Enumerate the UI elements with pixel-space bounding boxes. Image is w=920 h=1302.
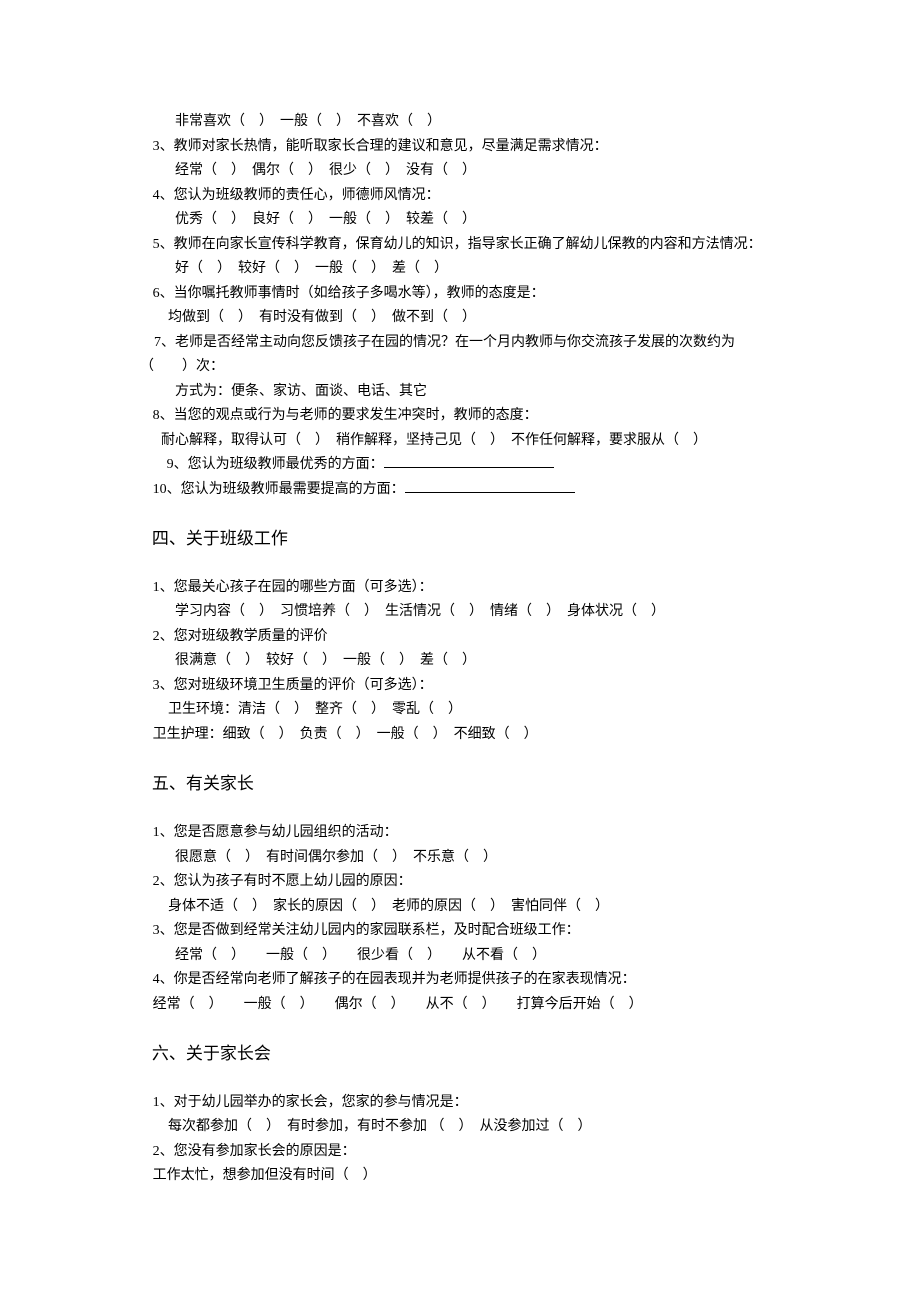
s5-question-4: 4、你是否经常向老师了解孩子的在园表现并为老师提供孩子的在家表现情况： — [153, 968, 780, 993]
s5-question-1-options: 很愿意（ ） 有时间偶尔参加（ ） 不乐意（ ） — [175, 846, 780, 871]
question-5-options: 好（ ） 较好（ ） 一般（ ） 差（ ） — [175, 257, 780, 282]
question-9-text: 9、您认为班级教师最优秀的方面： — [153, 457, 384, 472]
question-4-options: 优秀（ ） 良好（ ） 一般（ ） 较差（ ） — [175, 208, 780, 233]
question-4: 4、您认为班级教师的责任心，师德师风情况： — [153, 184, 780, 209]
question-8-options: 耐心解释，取得认可（ ） 稍作解释，坚持己见（ ） 不作任何解释，要求服从（ ） — [161, 429, 780, 454]
s5-question-3: 3、您是否做到经常关注幼儿园内的家园联系栏，及时配合班级工作： — [153, 919, 780, 944]
question-9-blank[interactable] — [384, 453, 554, 468]
question-3-options: 经常（ ） 偶尔（ ） 很少（ ） 没有（ ） — [175, 159, 780, 184]
s5-question-2: 2、您认为孩子有时不愿上幼儿园的原因： — [153, 870, 780, 895]
section-5-heading: 五、有关家长 — [152, 769, 780, 799]
s5-question-3-options: 经常（ ） 一般（ ） 很少看（ ） 从不看（ ） — [175, 944, 780, 969]
s6-question-2: 2、您没有参加家长会的原因是： — [153, 1140, 780, 1165]
question-5: 5、教师在向家长宣传科学教育，保育幼儿的知识，指导家长正确了解幼儿保教的内容和方… — [153, 233, 780, 258]
prev-question-options: 非常喜欢（ ） 一般（ ） 不喜欢（ ） — [175, 110, 780, 135]
s5-question-4-options: 经常（ ） 一般（ ） 偶尔（ ） 从不（ ） 打算今后开始（ ） — [153, 993, 780, 1018]
question-9: 9、您认为班级教师最优秀的方面： — [153, 453, 780, 478]
question-7: 7、老师是否经常主动向您反馈孩子在园的情况？在一个月内教师与你交流孩子发展的次数… — [140, 331, 780, 380]
question-10-text: 10、您认为班级教师最需要提高的方面： — [153, 482, 405, 497]
s4-question-1: 1、您最关心孩子在园的哪些方面（可多选）： — [153, 576, 780, 601]
s5-question-1: 1、您是否愿意参与幼儿园组织的活动： — [153, 821, 780, 846]
s6-question-1-options: 每次都参加（ ） 有时参加，有时不参加 （ ） 从没参加过（ ） — [168, 1115, 780, 1140]
s5-question-2-options: 身体不适（ ） 家长的原因（ ） 老师的原因（ ） 害怕同伴（ ） — [168, 895, 780, 920]
question-3: 3、教师对家长热情，能听取家长合理的建议和意见，尽量满足需求情况： — [153, 135, 780, 160]
question-6: 6、当你嘱托教师事情时（如给孩子多喝水等），教师的态度是： — [153, 282, 780, 307]
question-6-options: 均做到（ ） 有时没有做到（ ） 做不到（ ） — [168, 306, 780, 331]
s4-question-2: 2、您对班级教学质量的评价 — [153, 625, 780, 650]
s4-question-3: 3、您对班级环境卫生质量的评价（可多选）： — [153, 674, 780, 699]
s6-question-1: 1、对于幼儿园举办的家长会，您家的参与情况是： — [153, 1091, 780, 1116]
s4-question-2-options: 很满意（ ） 较好（ ） 一般（ ） 差（ ） — [175, 649, 780, 674]
question-10: 10、您认为班级教师最需要提高的方面： — [153, 478, 780, 503]
s4-question-3-options-1: 卫生环境：清洁（ ） 整齐（ ） 零乱（ ） — [168, 698, 780, 723]
question-10-blank[interactable] — [405, 478, 575, 493]
section-6-heading: 六、关于家长会 — [152, 1039, 780, 1069]
s4-question-3-options-2: 卫生护理：细致（ ） 负责（ ） 一般（ ） 不细致（ ） — [153, 723, 780, 748]
s4-question-1-options: 学习内容（ ） 习惯培养（ ） 生活情况（ ） 情绪（ ） 身体状况（ ） — [175, 600, 780, 625]
s6-question-2-options: 工作太忙，想参加但没有时间（ ） — [153, 1164, 780, 1189]
question-8: 8、当您的观点或行为与老师的要求发生冲突时，教师的态度： — [153, 404, 780, 429]
section-4-heading: 四、关于班级工作 — [152, 524, 780, 554]
question-7-options: 方式为：便条、家访、面谈、电话、其它 — [175, 380, 780, 405]
